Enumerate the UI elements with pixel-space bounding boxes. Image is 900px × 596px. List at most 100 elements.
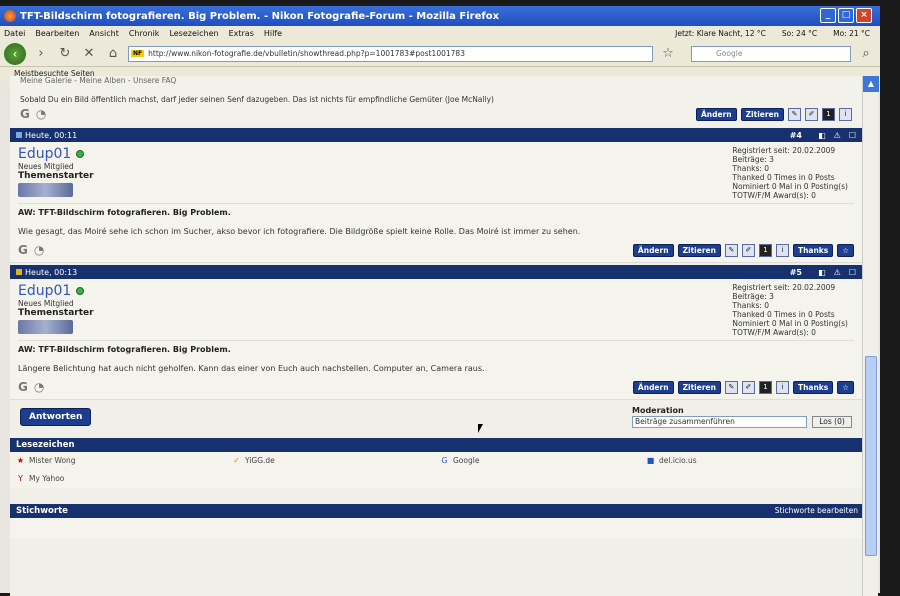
reply-button[interactable]: Antworten — [20, 408, 92, 426]
multiquote-icon[interactable]: ✎ — [724, 380, 738, 394]
username-link[interactable]: Edup01 — [18, 146, 85, 162]
quick-reply-icon[interactable]: ✐ — [741, 243, 755, 257]
window-controls: _ □ × — [820, 8, 872, 23]
bookmark-my-yahoo[interactable]: Y My Yahoo — [16, 474, 64, 483]
google-icon[interactable]: G — [18, 380, 28, 394]
vertical-scrollbar[interactable]: ▲ — [862, 76, 879, 596]
moderation-go-button[interactable]: Los (0) — [812, 416, 852, 428]
quote-button[interactable]: Zitieren — [677, 380, 721, 394]
info-icon[interactable]: i — [775, 380, 789, 394]
rate-icon[interactable]: 1 — [758, 243, 772, 257]
edit-button[interactable]: Ändern — [632, 380, 674, 394]
quick-reply-icon[interactable]: ✐ — [741, 380, 755, 394]
bookmark-yigg[interactable]: ✓ YiGG.de — [232, 456, 275, 465]
user-rank: Neues Mitglied — [18, 162, 74, 171]
yahoo-icon: Y — [18, 474, 23, 483]
signature-links[interactable]: Meine Galerie - Meine Alben - Unsere FAQ — [20, 76, 852, 85]
info-icon[interactable]: i — [775, 243, 789, 257]
menu-lesezeichen[interactable]: Lesezeichen — [169, 29, 218, 38]
menu-extras[interactable]: Extras — [229, 29, 254, 38]
warning-icon[interactable]: ⚠ — [834, 268, 841, 277]
checkbox-icon[interactable]: ☐ — [849, 268, 856, 277]
menu-bearbeiten[interactable]: Bearbeiten — [35, 29, 79, 38]
edit-tags-link[interactable]: Stichworte bearbeiten — [775, 504, 858, 518]
google-icon[interactable]: G — [18, 243, 28, 257]
post-number[interactable]: #4 — [790, 131, 802, 140]
checkbox-icon[interactable]: ☐ — [849, 131, 856, 140]
post-body: Edup01 Neues Mitglied Themenstarter Regi… — [10, 142, 862, 263]
weather-monday[interactable]: Mo: 21 °C — [833, 29, 870, 38]
flag-icon[interactable]: ◧ — [818, 131, 826, 140]
close-icon[interactable]: × — [856, 8, 872, 23]
previous-post-footer: Meine Galerie - Meine Alben - Unsere FAQ… — [10, 76, 862, 126]
url-bar[interactable]: NF http://www.nikon-fotografie.de/vbulle… — [128, 45, 653, 62]
share-icon[interactable]: ◔ — [34, 243, 44, 257]
weather-now[interactable]: Jetzt: Klare Nacht, 12 °C — [675, 29, 766, 38]
scroll-up-icon[interactable]: ▲ — [863, 76, 879, 92]
rate-icon[interactable]: 1 — [822, 107, 835, 121]
maximize-icon[interactable]: □ — [838, 8, 854, 23]
flag-icon[interactable]: ◧ — [818, 268, 826, 277]
scroll-thumb[interactable] — [865, 356, 877, 556]
moderation-label: Moderation — [632, 406, 684, 415]
bookmark-mister-wong[interactable]: ★ Mister Wong — [16, 456, 76, 465]
thanks-button[interactable]: Thanks — [792, 243, 834, 257]
post-status-icon — [16, 269, 22, 275]
social-bookmarks: ★ Mister Wong ✓ YiGG.de G Google ■ del.icio.… — [10, 452, 862, 488]
user-badge — [18, 183, 73, 197]
edit-button[interactable]: Ändern — [632, 243, 674, 257]
minimize-icon[interactable]: _ — [820, 8, 836, 23]
yigg-icon: ✓ — [233, 456, 240, 465]
quick-reply-icon[interactable]: ✐ — [805, 107, 818, 121]
home-icon[interactable]: ⌂ — [104, 46, 122, 61]
google-icon[interactable]: G — [20, 107, 30, 121]
post-header: Heute, 00:11 #4 ◧ ⚠ ☐ — [10, 128, 862, 142]
menu-datei[interactable]: Datei — [4, 29, 25, 38]
reload-icon[interactable]: ↻ — [56, 46, 74, 61]
page-content: Meine Galerie - Meine Alben - Unsere FAQ… — [10, 76, 862, 596]
rate-icon[interactable]: 1 — [758, 380, 772, 394]
quote-button[interactable]: Zitieren — [740, 107, 784, 121]
reply-area: Antworten Moderation Beiträge zusammenfü… — [10, 404, 862, 438]
online-status-icon — [76, 150, 85, 158]
navigation-toolbar: ‹ › ↻ ✕ ⌂ NF http://www.nikon-fotografie… — [0, 41, 880, 67]
search-input[interactable]: Google — [691, 45, 851, 62]
window-titlebar: TFT-Bildschirm fotografieren. Big Proble… — [0, 6, 880, 26]
menu-hilfe[interactable]: Hilfe — [264, 29, 282, 38]
menu-ansicht[interactable]: Ansicht — [89, 29, 119, 38]
thanks-button[interactable]: Thanks — [792, 380, 834, 394]
quote-button[interactable]: Zitieren — [677, 243, 721, 257]
window-title: TFT-Bildschirm fotografieren. Big Proble… — [20, 10, 500, 22]
nominate-icon[interactable]: ☆ — [837, 243, 854, 257]
edit-button[interactable]: Ändern — [695, 107, 737, 121]
user-rank: Neues Mitglied — [18, 299, 74, 308]
share-icon[interactable]: ◔ — [34, 380, 44, 394]
username-link[interactable]: Edup01 — [18, 283, 85, 299]
stichworte-header: Stichworte Stichworte bearbeiten — [10, 504, 862, 518]
bookmark-delicious[interactable]: ■ del.icio.us — [646, 456, 697, 465]
info-icon[interactable]: i — [839, 107, 852, 121]
forward-icon[interactable]: › — [32, 46, 50, 61]
stop-icon[interactable]: ✕ — [80, 46, 98, 61]
moderation-select[interactable]: Beiträge zusammenführen — [632, 416, 807, 428]
rss-icon[interactable]: ☆ — [659, 46, 677, 61]
warning-icon[interactable]: ⚠ — [834, 131, 841, 140]
bookmark-google[interactable]: G Google — [440, 456, 479, 465]
menu-chronik[interactable]: Chronik — [129, 29, 160, 38]
back-icon[interactable]: ‹ — [4, 42, 26, 65]
post-body: Edup01 Neues Mitglied Themenstarter Regi… — [10, 279, 862, 400]
user-role: Themenstarter — [18, 308, 94, 318]
multiquote-icon[interactable]: ✎ — [724, 243, 738, 257]
post-header: Heute, 00:13 #5 ◧ ⚠ ☐ — [10, 265, 862, 279]
search-icon[interactable]: ⌕ — [857, 46, 875, 61]
share-icon[interactable]: ◔ — [36, 107, 46, 121]
google-icon: G — [441, 456, 448, 465]
url-text[interactable]: http://www.nikon-fotografie.de/vbulletin… — [148, 49, 465, 58]
multiquote-icon[interactable]: ✎ — [788, 107, 801, 121]
weather-sunday[interactable]: So: 24 °C — [782, 29, 817, 38]
post-text: Längere Belichtung hat auch nicht geholf… — [18, 364, 485, 373]
post-number[interactable]: #5 — [790, 268, 802, 277]
nominate-icon[interactable]: ☆ — [837, 380, 854, 394]
signature-text: Sobald Du ein Bild öffentlich machst, da… — [20, 95, 494, 104]
post-time: Heute, 00:11 — [25, 130, 78, 140]
